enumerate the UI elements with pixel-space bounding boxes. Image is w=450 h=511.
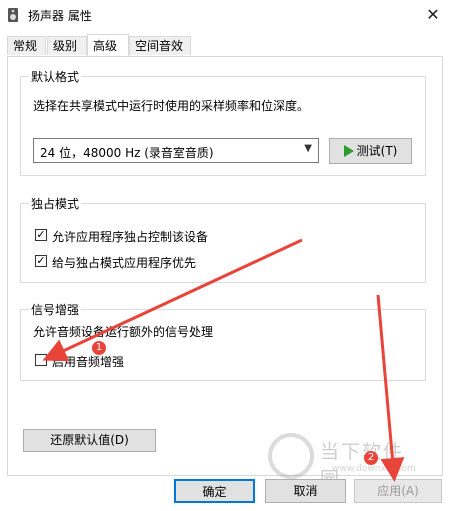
annotation-arrows: [42, 238, 405, 482]
arrow-to-checkbox: [42, 238, 303, 362]
arrow-to-apply: [376, 294, 405, 482]
step-badge-1: 1: [92, 341, 106, 355]
step-badge-2: 2: [364, 451, 378, 465]
tab-advanced[interactable]: 高级: [87, 34, 129, 56]
